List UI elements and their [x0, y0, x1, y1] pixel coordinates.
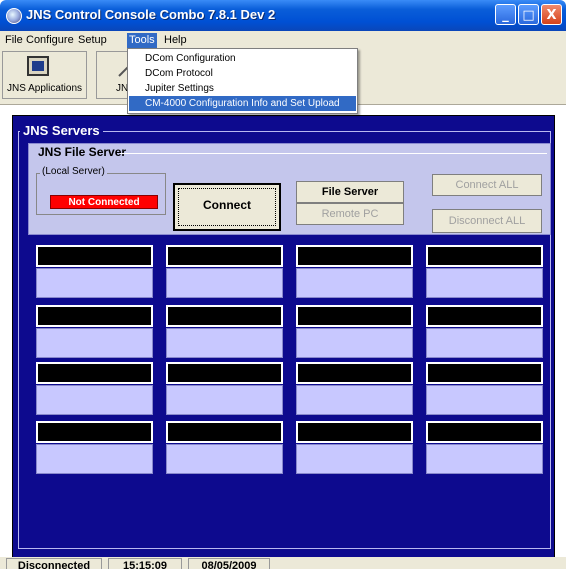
menu-item-cm4000-config[interactable]: CM-4000 Configuration Info and Set Uploa…: [129, 96, 356, 111]
status-date: 08/05/2009: [188, 558, 270, 569]
menu-help[interactable]: Help: [162, 33, 189, 48]
server-slot[interactable]: [166, 268, 283, 298]
file-server-divider: [120, 153, 547, 154]
server-slot[interactable]: [166, 444, 283, 474]
menu-tools[interactable]: Tools: [127, 33, 157, 48]
monitor-icon: [27, 56, 49, 76]
app-globe-icon: [6, 8, 22, 24]
maximize-button[interactable]: □: [518, 4, 539, 25]
menu-item-jupiter-settings[interactable]: Jupiter Settings: [129, 81, 356, 96]
tools-dropdown-menu: DCom Configuration DCom Protocol Jupiter…: [127, 48, 358, 114]
server-slot[interactable]: [166, 385, 283, 415]
server-slot-header: [296, 362, 413, 384]
menu-file[interactable]: File: [3, 33, 25, 48]
server-slot[interactable]: [296, 268, 413, 298]
server-slot-header: [36, 245, 153, 267]
file-server-title: JNS File Server: [38, 145, 127, 159]
connect-focus-ring: [178, 188, 276, 226]
server-slot-header: [296, 245, 413, 267]
server-slot[interactable]: [36, 385, 153, 415]
connect-all-button[interactable]: Connect ALL: [432, 174, 542, 196]
server-slot-header: [36, 305, 153, 327]
server-slot[interactable]: [36, 444, 153, 474]
menu-setup[interactable]: Setup: [76, 33, 109, 48]
server-slot-header: [426, 362, 543, 384]
status-bar: Disconnected 15:15:09 08/05/2009: [0, 557, 566, 569]
server-slot[interactable]: [426, 444, 543, 474]
window-title: JNS Control Console Combo 7.8.1 Dev 2: [26, 7, 276, 22]
menu-configure[interactable]: Configure: [24, 33, 76, 48]
servers-title: JNS Servers: [20, 123, 103, 138]
jns-applications-label: JNS Applications: [6, 83, 83, 94]
status-time: 15:15:09: [108, 558, 182, 569]
server-slot-header: [296, 421, 413, 443]
server-slot-header: [166, 245, 283, 267]
server-slot[interactable]: [166, 328, 283, 358]
server-slot-header: [426, 245, 543, 267]
disconnect-all-button[interactable]: Disconnect ALL: [432, 209, 542, 233]
jns-applications-button[interactable]: JNS Applications: [2, 51, 87, 99]
menu-item-dcom-configuration[interactable]: DCom Configuration: [129, 51, 356, 66]
server-slot[interactable]: [426, 268, 543, 298]
server-slot-header: [36, 362, 153, 384]
remote-pc-button[interactable]: Remote PC: [296, 203, 404, 225]
server-slot[interactable]: [426, 328, 543, 358]
connection-status-badge: Not Connected: [50, 195, 158, 209]
server-slot-header: [296, 305, 413, 327]
server-slot-header: [166, 362, 283, 384]
connect-button[interactable]: Connect: [173, 183, 281, 231]
server-slot-header: [166, 305, 283, 327]
server-slot[interactable]: [296, 444, 413, 474]
server-slot-header: [36, 421, 153, 443]
server-slot[interactable]: [36, 268, 153, 298]
file-server-button[interactable]: File Server: [296, 181, 404, 203]
server-slot-header: [166, 421, 283, 443]
minimize-button[interactable]: _: [495, 4, 516, 25]
title-bar[interactable]: JNS Control Console Combo 7.8.1 Dev 2 _ …: [0, 0, 566, 31]
local-server-label: (Local Server): [40, 166, 107, 177]
server-slot[interactable]: [426, 385, 543, 415]
menu-item-dcom-protocol[interactable]: DCom Protocol: [129, 66, 356, 81]
server-slot[interactable]: [296, 385, 413, 415]
server-slot-header: [426, 421, 543, 443]
menu-bar: File Configure Setup Tools Help: [0, 31, 566, 49]
server-slot-header: [426, 305, 543, 327]
status-connection: Disconnected: [6, 558, 102, 569]
server-slot[interactable]: [36, 328, 153, 358]
close-button[interactable]: X: [541, 4, 562, 25]
server-slot[interactable]: [296, 328, 413, 358]
